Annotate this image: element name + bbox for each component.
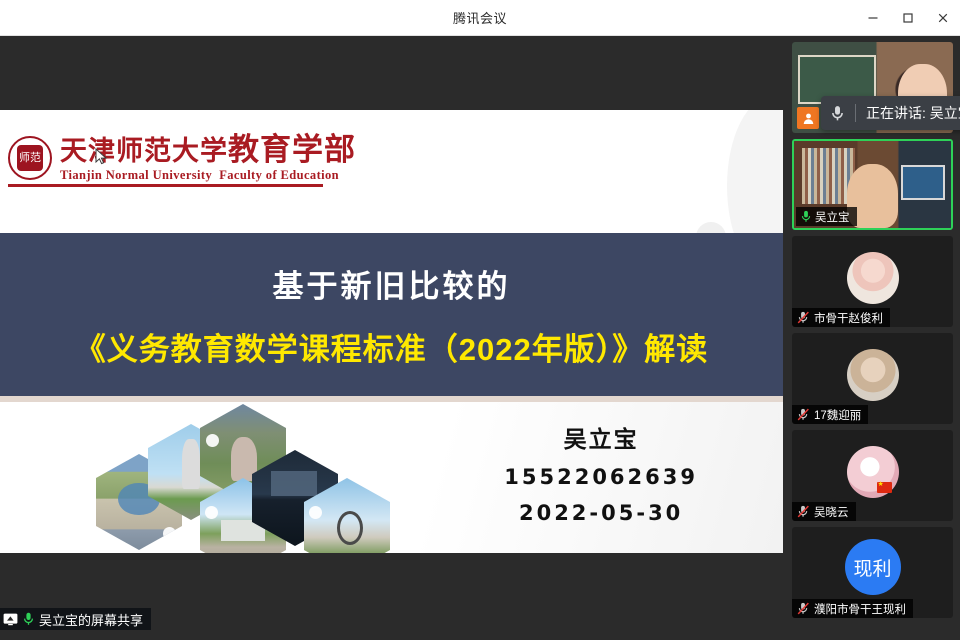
logo-english-line: Tianjin Normal University Faculty of Edu… [60, 168, 356, 183]
slide-header: 师范 天津师范大学教育学部 Tianjin Normal University … [0, 110, 783, 233]
participant-label: 吴晓云 [792, 502, 856, 521]
screen-share-icon [3, 613, 18, 625]
participant-tile[interactable]: 17魏迎丽 [792, 333, 953, 424]
window-title: 腾讯会议 [452, 11, 507, 26]
hex-dot [309, 506, 322, 519]
close-button[interactable] [925, 0, 960, 36]
maximize-icon [902, 13, 913, 23]
minimize-icon [868, 17, 877, 19]
participant-tile-active-speaker[interactable]: 吴立宝 [792, 139, 953, 230]
slide-lower-section: 吴立宝 15522062639 2022-05-30 [0, 402, 783, 553]
presenter-date: 2022-05-30 [518, 501, 684, 525]
hex-dot [206, 434, 219, 447]
microphone-icon [832, 105, 843, 120]
speaking-toast: 正在讲话: 吴立宝 [821, 96, 960, 130]
slide-title-band: 基于新旧比较的 《义务教育数学课程标准（2022年版）》解读 [0, 233, 783, 396]
share-status-text: 吴立宝的屏幕共享 [39, 612, 144, 628]
microphone-muted-icon [797, 408, 809, 421]
screen-share-status-bar: 吴立宝的屏幕共享 [0, 608, 152, 630]
host-badge-icon [797, 107, 819, 129]
participant-label: 吴立宝 [796, 207, 857, 226]
university-logo: 师范 天津师范大学教育学部 Tianjin Normal University … [8, 134, 356, 183]
microphone-muted-icon [797, 311, 809, 324]
participant-label: 濮阳市骨干王现利 [792, 599, 913, 618]
close-icon [938, 13, 947, 23]
participant-tile[interactable]: 吴晓云 [792, 430, 953, 521]
avatar [846, 251, 899, 304]
participant-name: 吴立宝 [815, 211, 850, 224]
campus-hexagon-collage [96, 404, 416, 553]
mouse-cursor-icon [95, 148, 108, 165]
participant-label: 市骨干赵俊利 [792, 308, 890, 327]
hex-dot [205, 506, 218, 519]
minimize-button[interactable] [855, 0, 890, 36]
toast-divider [855, 104, 856, 122]
maximize-button[interactable] [890, 0, 925, 36]
slide-title-line-1: 基于新旧比较的 [272, 268, 511, 304]
participant-tile[interactable]: 市骨干赵俊利 [792, 236, 953, 327]
hex-dot [163, 527, 176, 540]
shared-screen-stage[interactable]: 师范 天津师范大学教育学部 Tianjin Normal University … [0, 36, 783, 604]
avatar [846, 348, 899, 401]
presentation-slide: 师范 天津师范大学教育学部 Tianjin Normal University … [0, 110, 783, 553]
decorative-circle [727, 110, 783, 233]
participant-label: 17魏迎丽 [792, 405, 869, 424]
window-controls [855, 0, 960, 36]
microphone-muted-icon [797, 602, 809, 615]
seal-text: 师范 [17, 145, 43, 172]
logo-faculty-cn: 教育学部 [228, 132, 356, 168]
avatar [846, 445, 899, 498]
slide-title-line-2: 《义务教育数学课程标准（2022年版）》解读 [74, 331, 709, 367]
participant-name: 17魏迎丽 [814, 409, 862, 422]
participant-tile[interactable]: 现利 濮阳市骨干王现利 [792, 527, 953, 618]
presenter-name: 吴立宝 [563, 426, 639, 452]
person-icon [803, 113, 813, 124]
university-seal-icon: 师范 [8, 136, 52, 181]
background-monitor [900, 165, 945, 201]
avatar-initials: 现利 [844, 539, 901, 596]
logo-underline [8, 184, 323, 187]
presenter-info: 吴立宝 15522062639 2022-05-30 [504, 420, 698, 525]
flag-icon [876, 480, 892, 493]
logo-university-en: Tianjin Normal University [60, 167, 213, 182]
presenter-phone: 15522062639 [504, 465, 698, 489]
microphone-icon [23, 612, 34, 625]
window-title-bar: 腾讯会议 [0, 0, 960, 36]
speaking-toast-text: 正在讲话: 吴立宝 [866, 105, 960, 121]
logo-faculty-en: Faculty of Education [219, 167, 340, 182]
microphone-muted-icon [797, 505, 809, 518]
logo-university-cn: 天津师范大学 [60, 136, 228, 167]
tencent-meeting-window: 腾讯会议 师范 天津师范大学教育学部 Tianjin Normal Univer… [0, 0, 960, 640]
participant-name: 濮阳市骨干王现利 [814, 603, 906, 616]
participant-name: 吴晓云 [814, 506, 849, 519]
microphone-icon [801, 210, 811, 222]
participant-name: 市骨干赵俊利 [814, 312, 883, 325]
